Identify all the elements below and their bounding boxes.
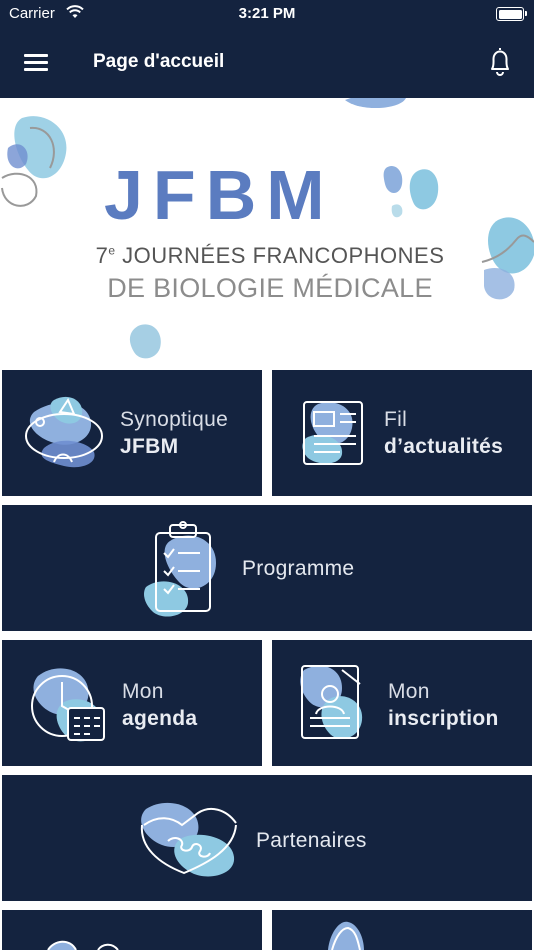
tile-inscription-line1: Mon bbox=[388, 680, 430, 703]
decorative-blob-top bbox=[345, 98, 406, 109]
battery-icon bbox=[496, 7, 527, 21]
tile-partenaires-label: Partenaires bbox=[256, 829, 367, 852]
tile-synoptique[interactable]: Synoptique JFBM bbox=[2, 370, 262, 496]
tile-partial-right[interactable] bbox=[272, 910, 532, 950]
top-bar: Carrier 3:21 PM Page d'accueil bbox=[0, 0, 534, 98]
tile-actualites[interactable]: Fil d’actualités bbox=[272, 370, 532, 496]
status-bar: Carrier 3:21 PM bbox=[0, 0, 534, 28]
clock: 3:21 PM bbox=[238, 5, 296, 22]
tile-synoptique-line2: JFBM bbox=[120, 435, 179, 458]
event-logo: JFBM bbox=[104, 156, 335, 234]
bell-icon[interactable] bbox=[480, 42, 520, 82]
banner-subtitle-line2: DE BIOLOGIE MÉDICALE bbox=[107, 273, 433, 303]
menu-button[interactable] bbox=[18, 46, 54, 76]
tile-inscription[interactable]: Mon inscription bbox=[272, 640, 532, 766]
handshake-icon bbox=[140, 802, 237, 877]
tile-programme-label: Programme bbox=[242, 557, 355, 580]
tile-actualites-line2: d’actualités bbox=[384, 435, 504, 458]
tile-agenda-line2: agenda bbox=[122, 707, 198, 730]
partial-icon-left bbox=[47, 940, 119, 950]
tile-actualites-line1: Fil bbox=[384, 408, 408, 431]
registration-icon bbox=[300, 665, 363, 739]
map-icon bbox=[25, 396, 103, 468]
event-banner: JFBM 7e JOURNÉES FRANCOPHONES DE BIOLOGI… bbox=[0, 98, 534, 368]
decorative-blob-topleft bbox=[1, 116, 67, 207]
tile-programme[interactable]: Programme bbox=[2, 505, 532, 631]
calendar-icon bbox=[31, 668, 105, 742]
banner-subtitle-line1: 7e JOURNÉES FRANCOPHONES bbox=[95, 243, 445, 268]
clipboard-icon bbox=[144, 521, 216, 617]
tile-agenda-line1: Mon bbox=[122, 680, 164, 703]
tile-partenaires[interactable]: Partenaires bbox=[2, 775, 532, 901]
decorative-blob-logo bbox=[383, 165, 439, 218]
page-title: Page d'accueil bbox=[93, 51, 225, 72]
partial-icon-right bbox=[328, 921, 364, 950]
newsfeed-icon bbox=[302, 401, 363, 465]
tile-synoptique-line1: Synoptique bbox=[120, 408, 229, 431]
tile-partial-left[interactable] bbox=[2, 910, 262, 950]
decorative-blob-bottom bbox=[129, 324, 161, 359]
tile-agenda[interactable]: Mon agenda bbox=[2, 640, 262, 766]
tile-inscription-line2: inscription bbox=[388, 707, 499, 730]
